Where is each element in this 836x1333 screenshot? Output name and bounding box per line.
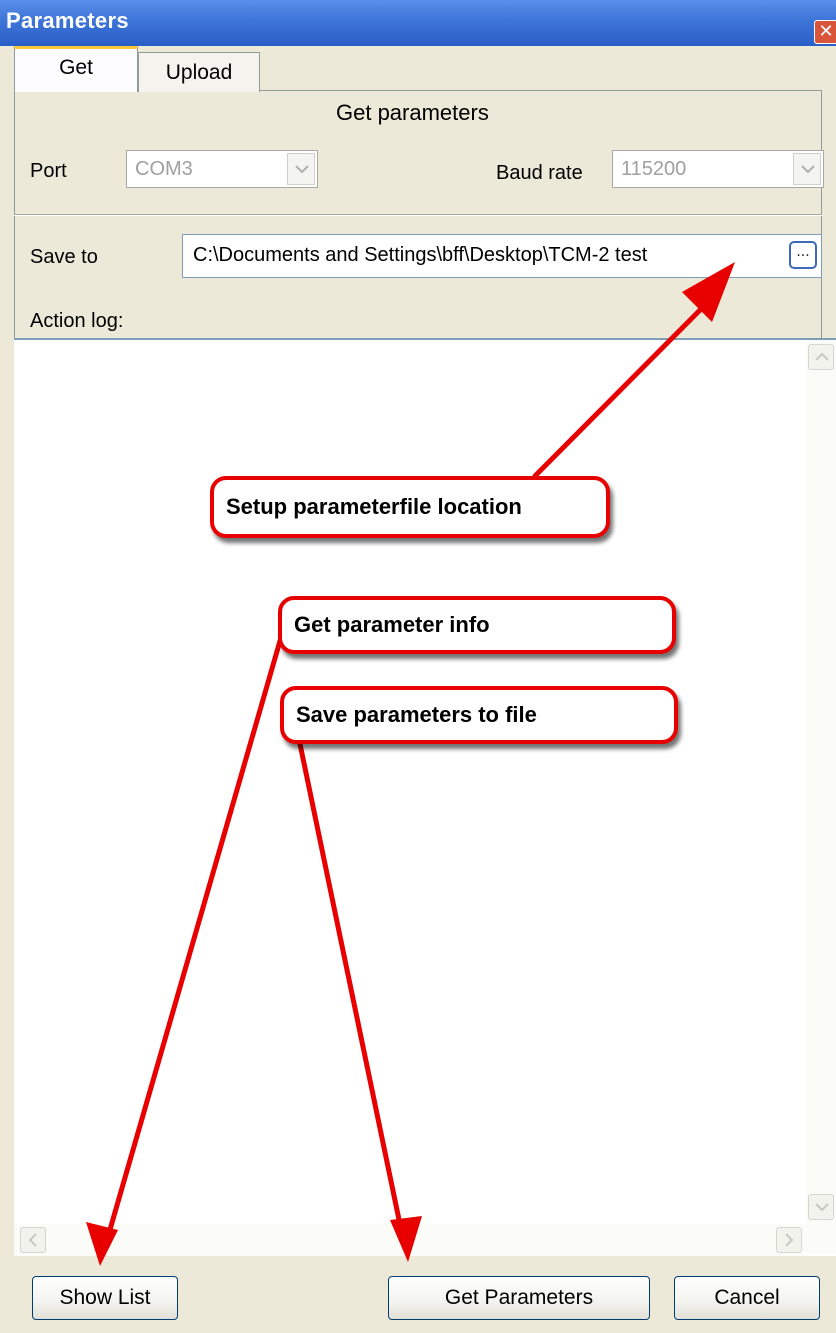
arrowhead-setup (682, 262, 735, 322)
arrow-line-setup (532, 297, 713, 479)
callout-setup-location: Setup parameterfile location (210, 476, 610, 538)
parameters-dialog: Parameters ✕ Get Upload Get parameters P… (0, 0, 836, 1333)
arrowhead-save (390, 1216, 422, 1262)
callout-get-info: Get parameter info (278, 596, 676, 654)
callout-save-to-file: Save parameters to file (280, 686, 678, 744)
annotation-arrows (86, 262, 735, 1266)
arrow-line-save (297, 741, 405, 1237)
arrowhead-get-info (86, 1222, 118, 1266)
arrow-line-get-info (104, 631, 285, 1243)
